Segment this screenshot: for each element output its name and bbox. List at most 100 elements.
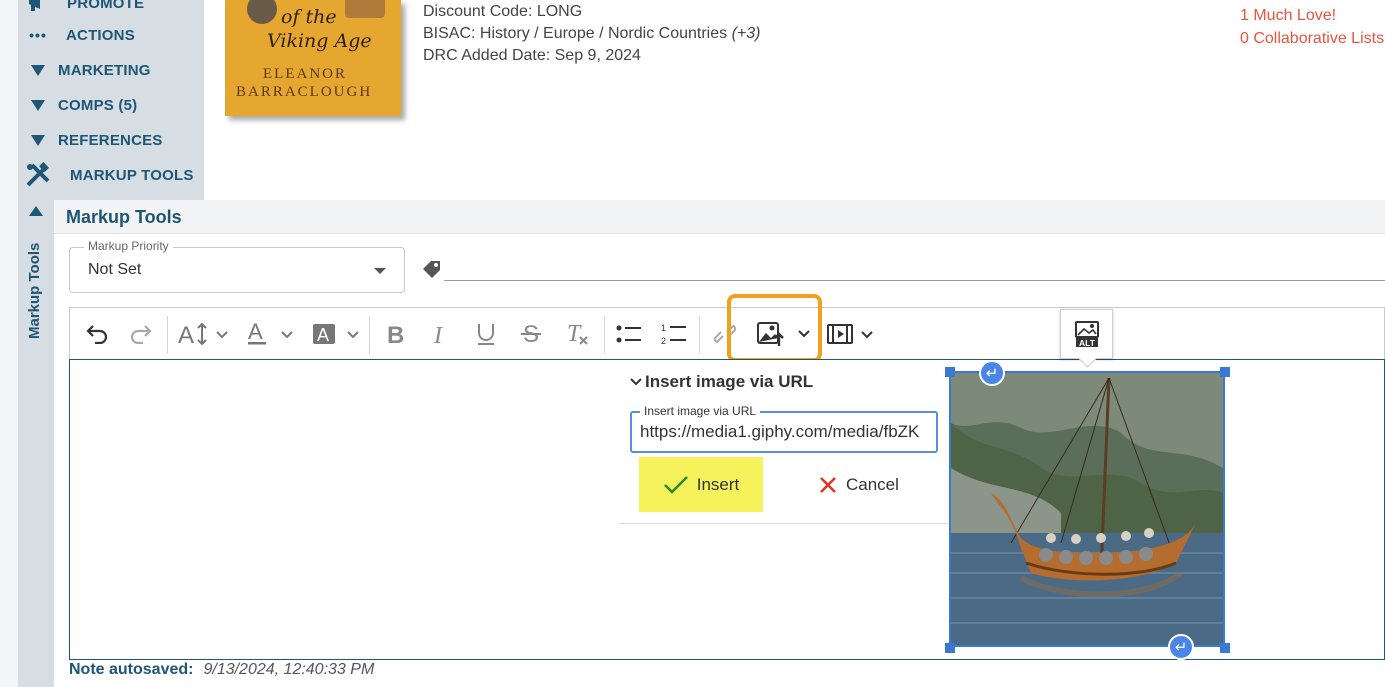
numbered-list-button[interactable]: 12 (655, 308, 693, 360)
svg-text:ALT: ALT (1079, 338, 1096, 348)
redo-button[interactable] (122, 308, 160, 360)
close-icon (820, 477, 836, 493)
font-color-button[interactable]: A (242, 308, 298, 360)
insert-paragraph-after-button[interactable]: ↵ (1168, 634, 1194, 660)
megaphone-icon (18, 0, 58, 13)
return-icon: ↵ (985, 365, 999, 382)
insert-paragraph-before-button[interactable]: ↵ (979, 360, 1005, 386)
resize-handle[interactable] (1220, 643, 1230, 653)
font-size-button[interactable]: A (175, 308, 233, 360)
alt-text-icon: ALT (1074, 321, 1099, 348)
much-love-link[interactable]: 1 Much Love! (1240, 4, 1384, 27)
sidebar-item-promote[interactable]: PROMOTE (18, 0, 204, 20)
tools-icon (18, 162, 58, 188)
left-strip (0, 0, 18, 687)
redo-icon (130, 325, 152, 344)
svg-text:B: B (387, 322, 404, 346)
highlight-button[interactable]: A (308, 308, 364, 360)
discount-code: Discount Code: LONG (423, 3, 583, 20)
collaborative-lists-link[interactable]: 0 Collaborative Lists (1240, 27, 1384, 50)
tags-input[interactable] (444, 280, 1385, 281)
image-url-field[interactable]: Insert image via URL (630, 404, 938, 453)
book-cover[interactable]: of the Viking Age ELEANOR BARRACLOUGH (225, 0, 401, 116)
bullet-list-icon (616, 325, 641, 343)
insert-image-highlight (727, 294, 822, 362)
svg-text:A: A (248, 321, 263, 344)
markup-priority-select[interactable]: Markup Priority Not Set (69, 239, 405, 293)
underline-button[interactable] (467, 308, 505, 360)
check-icon (663, 475, 688, 494)
bold-button[interactable]: B (377, 308, 415, 360)
image-url-input[interactable] (640, 422, 930, 442)
bold-icon: B (387, 322, 404, 346)
svg-text:A: A (317, 325, 329, 345)
triangle-down-icon (18, 99, 58, 111)
svg-text:A: A (178, 322, 194, 347)
insert-video-button[interactable] (822, 308, 882, 360)
triangle-down-icon (18, 134, 58, 146)
svg-text:I: I (433, 323, 443, 346)
cover-title-line: of the (281, 6, 337, 28)
toolbar-divider (167, 316, 168, 354)
markup-priority-value: Not Set (88, 261, 142, 278)
resize-handle[interactable] (945, 367, 955, 377)
sidebar-item-label: MARKUP TOOLS (70, 166, 194, 184)
strikethrough-button[interactable]: S (512, 308, 550, 360)
insert-button[interactable]: Insert (639, 457, 763, 512)
autosave-label: Note autosaved: (69, 661, 194, 678)
inserted-image[interactable] (949, 371, 1225, 647)
markup-tools-header: Markup Tools (54, 200, 1385, 234)
clear-format-button[interactable]: T (558, 308, 598, 360)
cover-art-comb (345, 0, 385, 18)
social-links: 1 Much Love! 0 Collaborative Lists (1240, 4, 1384, 50)
sidebar-item-references[interactable]: REFERENCES (18, 123, 204, 157)
tag-icon (421, 259, 443, 286)
sidebar-item-markup-tools[interactable]: MARKUP TOOLS (18, 158, 204, 192)
triangle-down-icon (18, 64, 58, 76)
bullet-list-button[interactable] (610, 308, 648, 360)
insert-label: Insert (696, 474, 740, 494)
markup-priority-label: Markup Priority (84, 239, 173, 253)
cancel-button[interactable]: Cancel (818, 467, 899, 503)
italic-button[interactable]: I (421, 308, 459, 360)
italic-icon: I (433, 323, 443, 346)
sidebar-item-comps[interactable]: COMPS (5) (18, 88, 204, 122)
image-url-label: Insert image via URL (640, 404, 761, 418)
markup-tools-collapse-bar[interactable]: Markup Tools (18, 200, 54, 687)
sidebar-item-label: ACTIONS (66, 26, 135, 44)
numbered-list-icon: 12 (661, 323, 686, 346)
cover-art-ornament (247, 0, 277, 24)
strikethrough-icon: S (521, 321, 541, 347)
insert-video-icon (827, 324, 873, 344)
more-dots-icon: ••• (29, 27, 47, 43)
resize-handle[interactable] (945, 643, 955, 653)
markup-tools-title: Markup Tools (66, 207, 182, 227)
undo-icon (86, 325, 108, 344)
font-color-icon: A (248, 321, 293, 345)
svg-text:2: 2 (661, 336, 666, 346)
clear-format-icon: T (567, 321, 588, 347)
undo-button[interactable] (78, 308, 116, 360)
sidebar-item-actions[interactable]: ••• ACTIONS (18, 18, 204, 52)
sidebar-item-label: MARKETING (58, 61, 151, 79)
return-icon: ↵ (1174, 639, 1188, 656)
popup-header[interactable]: Insert image via URL (627, 372, 813, 392)
underline-icon (478, 324, 494, 345)
bisac: BISAC: History / Europe / Nordic Countri… (423, 23, 760, 45)
bisac-text: BISAC: History / Europe / Nordic Countri… (423, 25, 728, 42)
resize-handle[interactable] (1220, 367, 1230, 377)
chevron-down-icon (374, 268, 386, 274)
alt-text-button[interactable]: ALT (1060, 309, 1113, 359)
bisac-more[interactable]: (+3) (732, 25, 761, 42)
svg-text:1: 1 (661, 323, 666, 333)
toolbar-divider (604, 316, 605, 354)
toolbar-divider (699, 316, 700, 354)
highlight-icon: A (313, 324, 359, 345)
cover-author-line: ELEANOR (263, 66, 347, 82)
sidebar-item-label: COMPS (5) (58, 96, 138, 114)
drc-added-date: DRC Added Date: Sep 9, 2024 (423, 47, 641, 64)
sidebar-item-marketing[interactable]: MARKETING (18, 53, 204, 87)
vertical-label: Markup Tools (26, 242, 43, 340)
autosave-status: Note autosaved: 9/13/2024, 12:40:33 PM (69, 661, 374, 679)
autosave-time: 9/13/2024, 12:40:33 PM (203, 661, 375, 678)
